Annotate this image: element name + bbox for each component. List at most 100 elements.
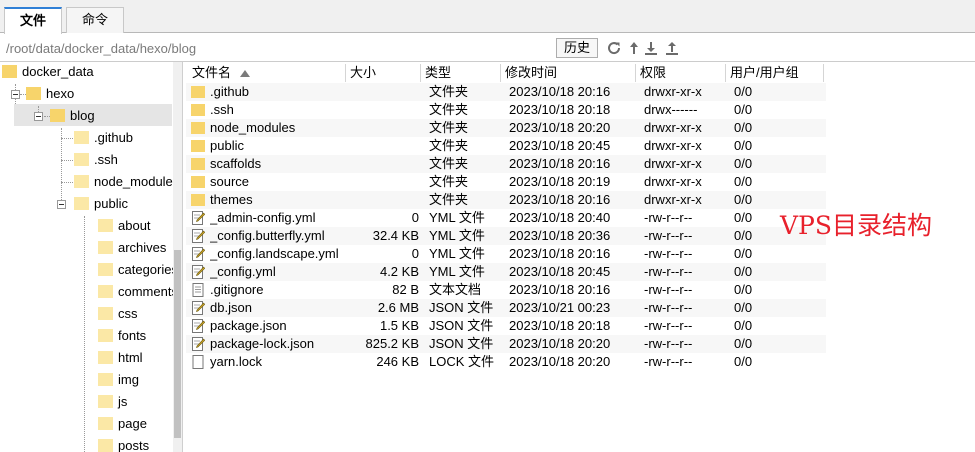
column-header-permissions[interactable]: 权限 [636,64,726,82]
file-name: _config.butterfly.yml [210,228,325,243]
column-header-label: 大小 [350,65,377,80]
file-modified: 2023/10/18 20:18 [509,102,611,117]
folder-icon [191,104,205,116]
file-row[interactable]: _admin-config.yml 0 YML 文件 2023/10/18 20:40… [186,209,826,227]
file-owner: 0/0 [734,120,753,135]
folder-icon [98,263,113,276]
file-row[interactable]: _config.landscape.yml 0 YML 文件 2023/10/18 2… [186,245,826,263]
column-header-size[interactable]: 大小 [346,64,421,82]
file-modified: 2023/10/18 20:16 [509,192,611,207]
file-type: YML 文件 [429,228,485,243]
tree-connector [61,182,75,183]
folder-icon [26,87,41,100]
tree-collapse-toggle[interactable] [11,90,20,99]
file-row[interactable]: node_modules 文件夹 2023/10/18 20:20 drwxr-xr-… [186,119,826,137]
file-row[interactable]: db.json 2.6 MB JSON 文件 2023/10/21 00:23 -rw-… [186,299,826,317]
tab-files[interactable]: 文件 [4,7,62,34]
file-owner: 0/0 [734,102,753,117]
folder-icon [98,285,113,298]
file-permissions: drwxr-xr-x [644,138,702,153]
file-row[interactable]: .gitignore 82 B 文本文档 2023/10/18 20:16 -rw-r-… [186,281,826,299]
file-type: 文件夹 [429,156,469,171]
tab-commands[interactable]: 命令 [66,7,124,33]
file-owner: 0/0 [734,300,753,315]
tree-connector [61,128,62,204]
file-size: 32.4 KB [372,228,419,243]
file-owner: 0/0 [734,282,753,297]
column-header-owner[interactable]: 用户/用户组 [726,64,824,82]
tree-item-label: .ssh [94,152,118,167]
column-header-type[interactable]: 类型 [421,64,501,82]
file-name: themes [210,192,253,207]
column-header-modified[interactable]: 修改时间 [501,64,636,82]
file-permissions: drwxr-xr-x [644,120,702,135]
path-input[interactable] [6,39,546,57]
tree-item-label: css [118,306,138,321]
tree-item-label: node_modules [94,174,180,189]
tab-bar: 文件 命令 [0,0,975,34]
file-row[interactable]: .github 文件夹 2023/10/18 20:16 drwxr-xr-x 0/0 [186,83,826,101]
file-type: 文件夹 [429,138,469,153]
file-row[interactable]: package-lock.json 825.2 KB JSON 文件 2023/10/… [186,335,826,353]
file-owner: 0/0 [734,138,753,153]
tree-item-label: page [118,416,147,431]
upload-icon[interactable] [664,40,680,56]
file-size [348,101,419,119]
tree-collapse-toggle[interactable] [57,200,66,209]
file-row[interactable]: source 文件夹 2023/10/18 20:19 drwxr-xr-x 0/0 [186,173,826,191]
file-row[interactable]: themes 文件夹 2023/10/18 20:16 drwxr-xr-x 0/0 [186,191,826,209]
folder-icon [98,351,113,364]
file-size [348,155,419,173]
folder-icon [74,197,89,210]
vps-directory-annotation: VPS目录结构 [780,211,933,240]
file-modified: 2023/10/18 20:20 [509,120,611,135]
file-row[interactable]: package.json 1.5 KB JSON 文件 2023/10/18 20:1… [186,317,826,335]
column-header-name[interactable]: 文件名 [188,64,346,82]
tree-item-label: html [118,350,143,365]
tree-item-label: categories [118,262,178,277]
file-list-header: 文件名 大小 类型 修改时间 权限 用户/用户组 [186,62,975,82]
file-permissions: -rw-r--r-- [644,318,693,333]
file-list[interactable]: 文件名 大小 类型 修改时间 权限 用户/用户组 .github 文件夹 2023/… [186,62,975,452]
file-size [348,173,419,191]
folder-icon [191,158,205,170]
file-row[interactable]: scaffolds 文件夹 2023/10/18 20:16 drwxr-xr-x 0/… [186,155,826,173]
file-modified: 2023/10/21 00:23 [509,300,611,315]
file-row[interactable]: yarn.lock 246 KB LOCK 文件 2023/10/18 20:20 -r… [186,353,826,371]
refresh-icon[interactable] [606,40,622,56]
folder-icon [98,417,113,430]
file-row[interactable]: _config.yml 4.2 KB YML 文件 2023/10/18 20:45 -… [186,263,826,281]
tree-scrollbar-thumb[interactable] [174,250,181,438]
download-icon[interactable] [643,40,659,56]
tree-collapse-toggle[interactable] [34,112,43,121]
file-size [348,137,419,155]
file-type: YML 文件 [429,264,485,279]
file-permissions: drwxr-xr-x [644,156,702,171]
file-name: db.json [210,300,252,315]
history-button[interactable]: 历史 [556,38,598,58]
file-row[interactable]: .ssh 文件夹 2023/10/18 20:18 drwx------ 0/0 [186,101,826,119]
file-size: 1.5 KB [379,318,419,333]
column-header-label: 权限 [640,65,667,80]
file-name: .ssh [210,102,234,117]
tree-item-label: js [118,394,128,409]
file-modified: 2023/10/18 20:16 [509,156,611,171]
file-owner: 0/0 [734,246,753,261]
directory-tree[interactable]: docker_data hexo blog .github .ssh node_… [0,62,183,452]
file-row[interactable]: _config.butterfly.yml 32.4 KB YML 文件 2023/1… [186,227,826,245]
file-type: 文件夹 [429,120,469,135]
tree-item-label: about [118,218,151,233]
file-owner: 0/0 [734,264,753,279]
file-size: 2.6 MB [377,300,419,315]
folder-icon [98,307,113,320]
file-permissions: -rw-r--r-- [644,354,693,369]
file-row[interactable]: public 文件夹 2023/10/18 20:45 drwxr-xr-x 0/0 [186,137,826,155]
tree-connector [84,216,85,452]
folder-icon [98,395,113,408]
editable-file-icon [192,301,205,315]
up-icon[interactable] [626,40,642,56]
file-modified: 2023/10/18 20:20 [509,336,611,351]
file-type: JSON 文件 [429,300,494,315]
file-owner: 0/0 [734,156,753,171]
editable-file-icon [192,247,205,261]
